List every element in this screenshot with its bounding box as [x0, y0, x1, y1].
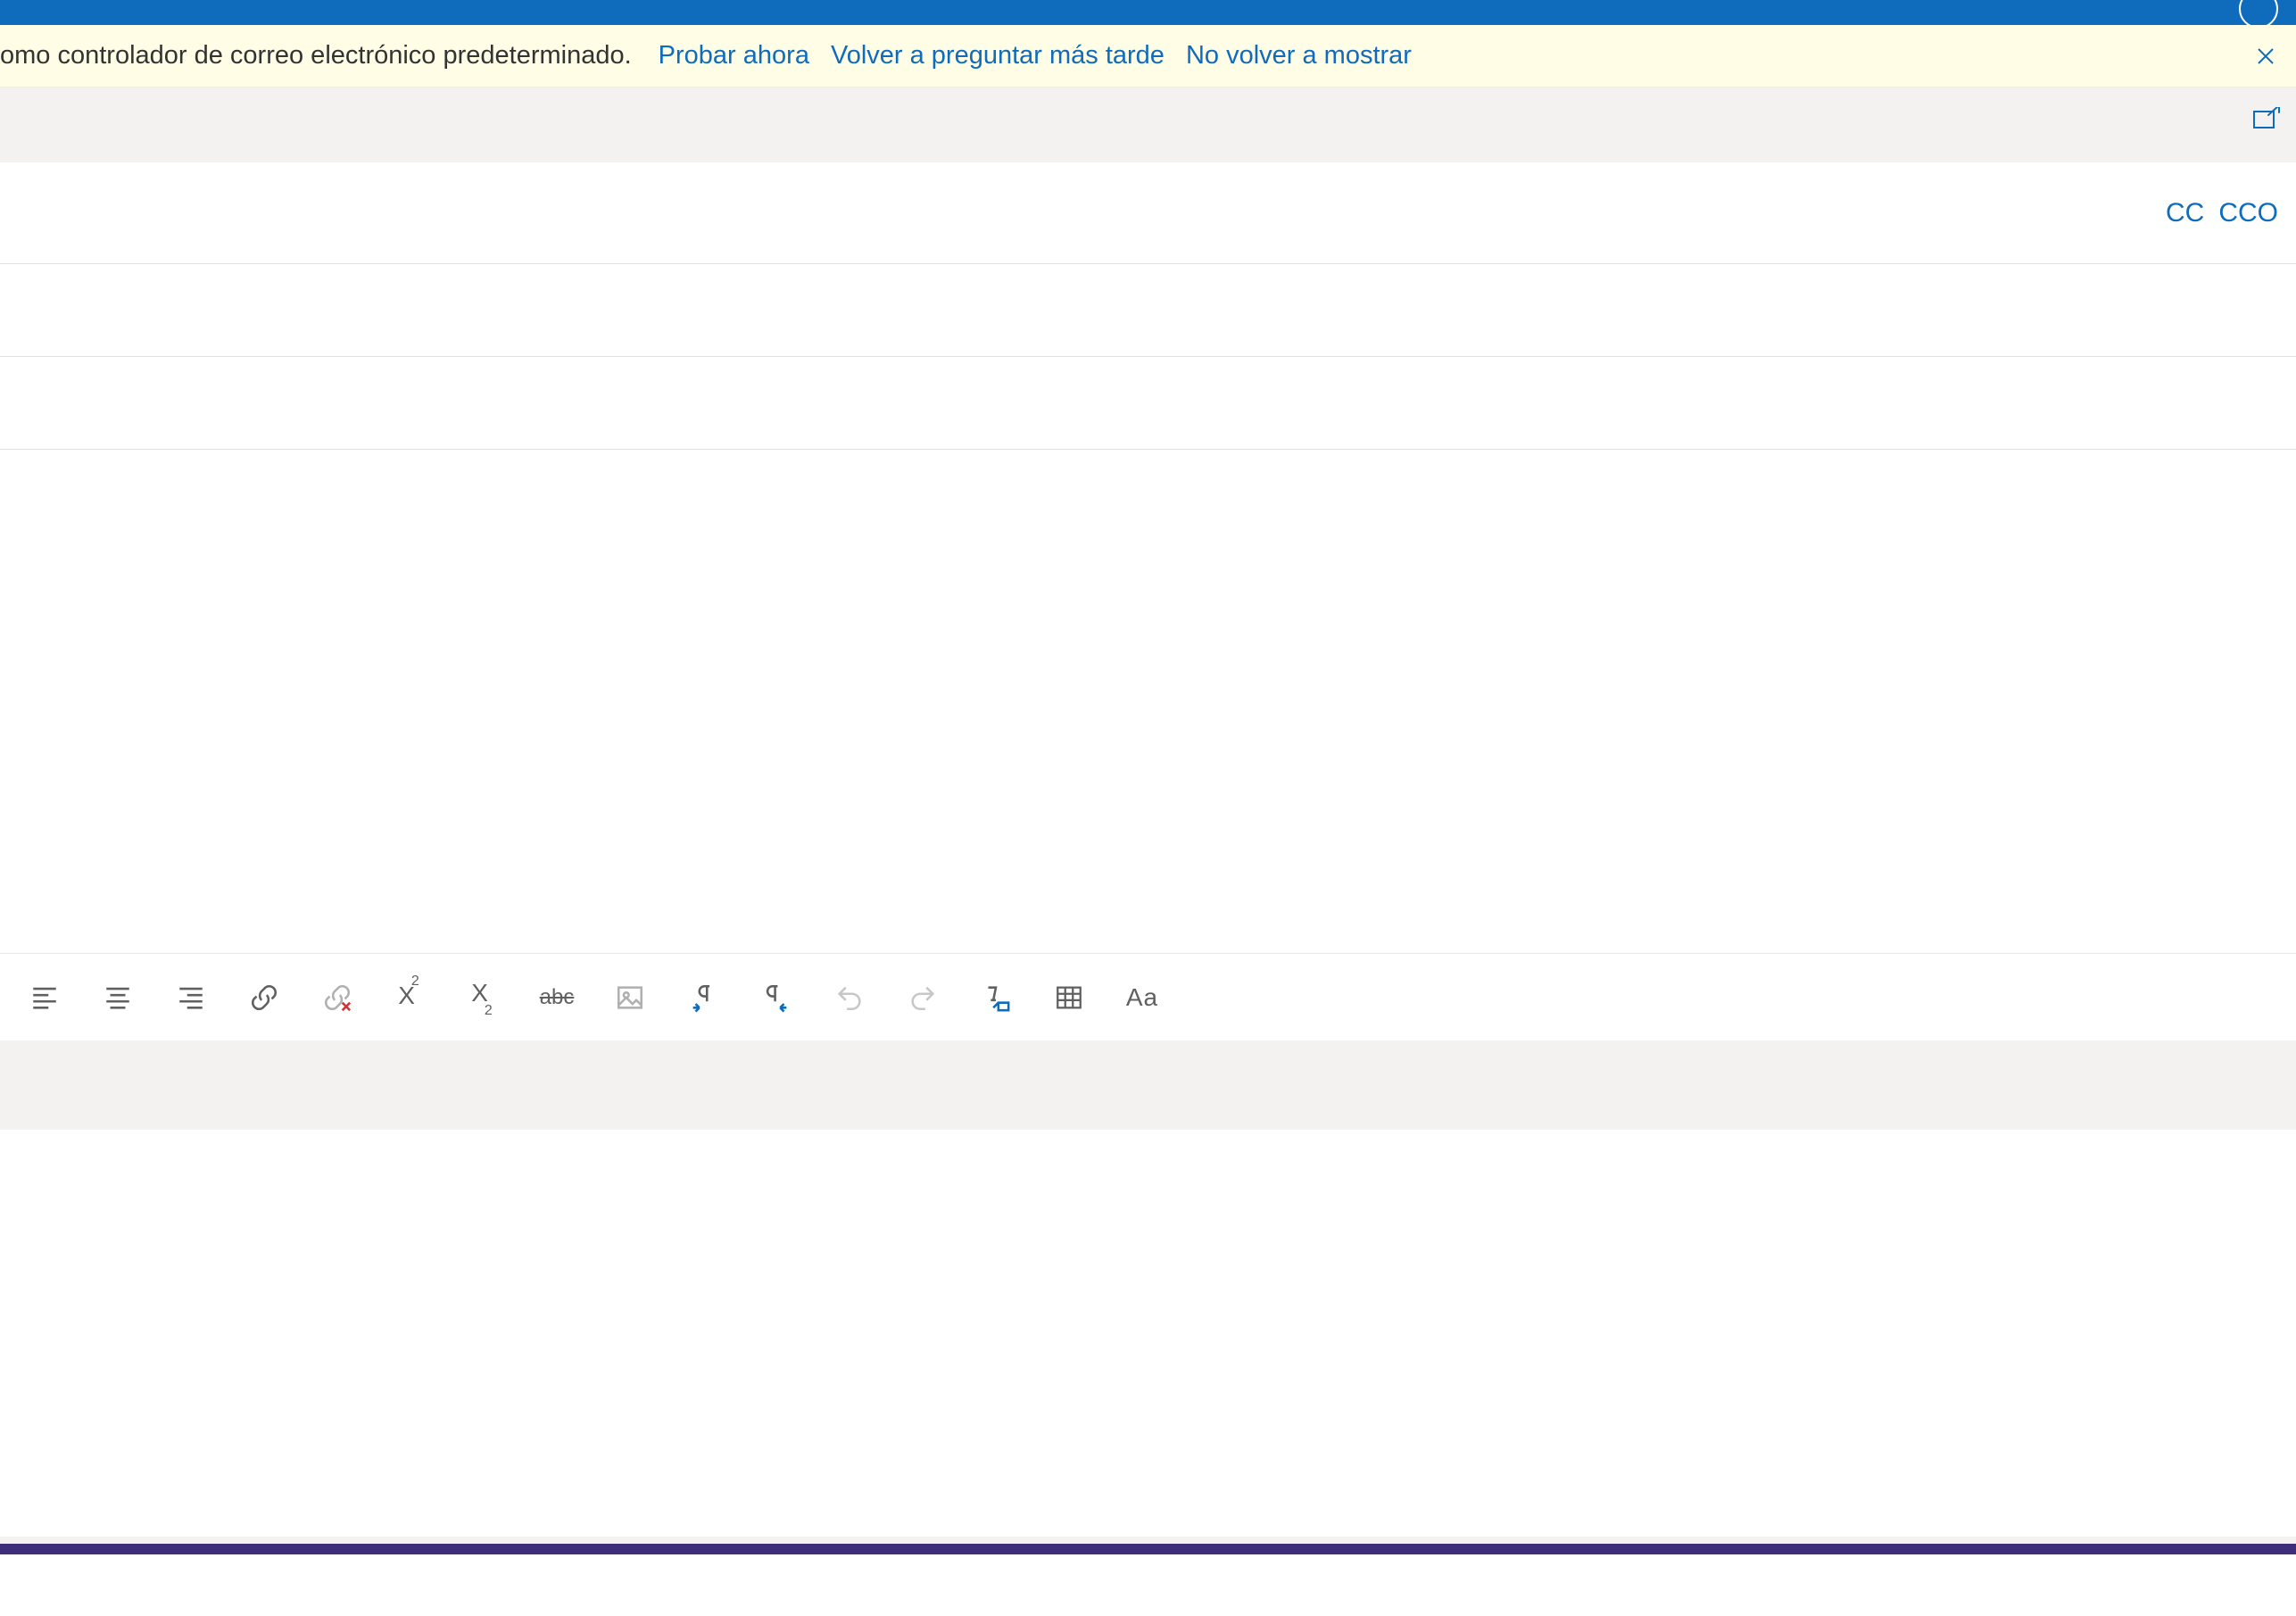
cc-field-row[interactable] — [0, 264, 2296, 357]
rtl-button[interactable] — [757, 978, 796, 1017]
redo-button[interactable] — [903, 978, 942, 1017]
subscript-icon: X2 — [471, 979, 496, 1012]
image-icon — [615, 982, 645, 1013]
table-icon — [1054, 982, 1084, 1013]
bottom-gap — [0, 1537, 2296, 1544]
strikethrough-icon: abc — [540, 985, 575, 1010]
subscript-button[interactable]: X2 — [464, 978, 503, 1017]
cco-button[interactable]: CCO — [2204, 198, 2278, 228]
notification-message: omo controlador de correo electrónico pr… — [0, 41, 648, 70]
try-now-link[interactable]: Probar ahora — [648, 41, 820, 70]
compose-header-spacer — [0, 87, 2296, 162]
close-icon — [2255, 46, 2276, 67]
insert-image-button[interactable] — [610, 978, 650, 1017]
unlink-icon — [322, 982, 352, 1013]
subject-field-row[interactable] — [0, 357, 2296, 450]
superscript-button[interactable]: X2 — [391, 978, 430, 1017]
align-right-button[interactable] — [171, 978, 211, 1017]
link-icon — [249, 982, 279, 1013]
message-body-editor[interactable] — [0, 450, 2296, 954]
title-bar — [0, 0, 2296, 25]
popout-icon — [2253, 107, 2280, 130]
insert-link-button[interactable] — [245, 978, 284, 1017]
cc-button[interactable]: CC — [2151, 198, 2204, 228]
align-left-button[interactable] — [25, 978, 64, 1017]
compose-panel: CC CCO — [0, 162, 2296, 450]
align-center-icon — [103, 982, 133, 1013]
align-left-icon — [29, 982, 60, 1013]
align-center-button[interactable] — [98, 978, 137, 1017]
clear-format-icon — [981, 982, 1011, 1013]
redo-icon — [908, 982, 938, 1013]
ltr-button[interactable] — [684, 978, 723, 1017]
ltr-icon — [688, 982, 718, 1013]
undo-button[interactable] — [830, 978, 869, 1017]
rtl-icon — [761, 982, 792, 1013]
clear-formatting-button[interactable] — [976, 978, 1015, 1017]
align-right-icon — [176, 982, 206, 1013]
change-case-button[interactable]: Aa — [1123, 978, 1162, 1017]
formatting-toolbar: X2 X2 abc — [0, 954, 2296, 1040]
taskbar-strip — [0, 1544, 2296, 1554]
remove-link-button[interactable] — [318, 978, 357, 1017]
insert-table-button[interactable] — [1049, 978, 1089, 1017]
to-field-row[interactable]: CC CCO — [0, 162, 2296, 264]
undo-icon — [834, 982, 865, 1013]
strikethrough-button[interactable]: abc — [537, 978, 576, 1017]
close-notification-button[interactable] — [2251, 42, 2280, 70]
ask-later-link[interactable]: Volver a preguntar más tarde — [820, 41, 1175, 70]
popout-button[interactable] — [2253, 107, 2280, 135]
superscript-icon: X2 — [398, 982, 423, 1010]
dont-show-link[interactable]: No volver a mostrar — [1175, 41, 1422, 70]
default-handler-notification: omo controlador de correo electrónico pr… — [0, 25, 2296, 87]
case-icon: Aa — [1126, 983, 1158, 1012]
lower-toolbar-spacer — [0, 1040, 2296, 1130]
lower-panel — [0, 1130, 2296, 1537]
